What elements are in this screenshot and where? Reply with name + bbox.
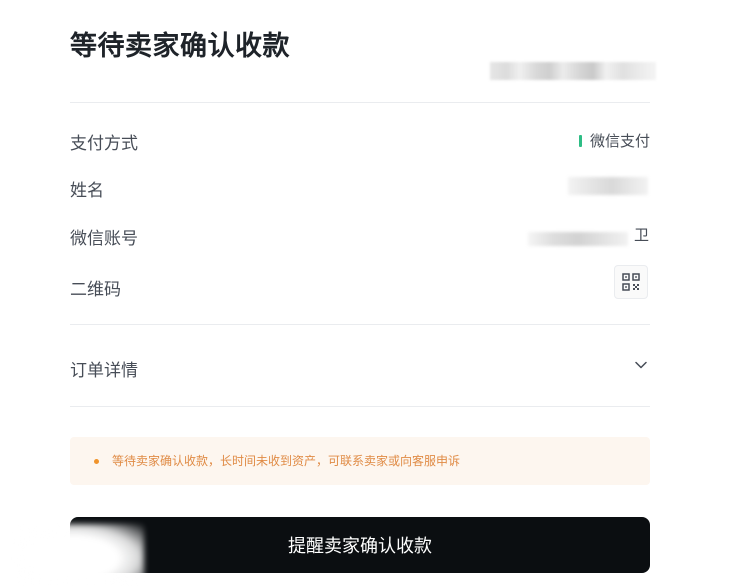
- payment-method-text: 微信支付: [589, 132, 650, 150]
- divider: [70, 324, 650, 325]
- page-title: 等待卖家确认收款: [70, 31, 290, 62]
- chevron-down-icon[interactable]: [633, 357, 649, 373]
- divider: [70, 406, 650, 407]
- notice-bullet-icon: [94, 459, 99, 464]
- order-status-page: 等待卖家确认收款 支付方式 微信支付 姓名 微信账号 卫 二维码 订单详情 等待…: [0, 0, 750, 586]
- wechat-indicator-icon: [578, 134, 582, 147]
- qr-code-icon: [622, 273, 640, 291]
- wechat-account-label: 微信账号: [70, 229, 138, 249]
- divider: [70, 102, 650, 103]
- redacted-overlay: [14, 524, 144, 586]
- redacted-account: [528, 232, 628, 246]
- notice-text: 等待卖家确认收款，长时间未收到资产，可联系卖家或向客服申诉: [112, 454, 461, 468]
- notice-banner: 等待卖家确认收款，长时间未收到资产，可联系卖家或向客服申诉: [70, 437, 650, 485]
- payment-method-value: 微信支付: [578, 130, 650, 151]
- name-label: 姓名: [70, 181, 104, 201]
- redacted-name: [568, 177, 648, 195]
- order-details-toggle[interactable]: 订单详情: [70, 356, 138, 381]
- redacted-order-id: [490, 62, 656, 80]
- qr-code-label: 二维码: [70, 280, 121, 300]
- remind-seller-button[interactable]: 提醒卖家确认收款: [70, 517, 650, 573]
- qr-code-button[interactable]: [614, 265, 648, 299]
- account-tail-text: 卫: [634, 226, 650, 244]
- payment-method-label: 支付方式: [70, 134, 138, 154]
